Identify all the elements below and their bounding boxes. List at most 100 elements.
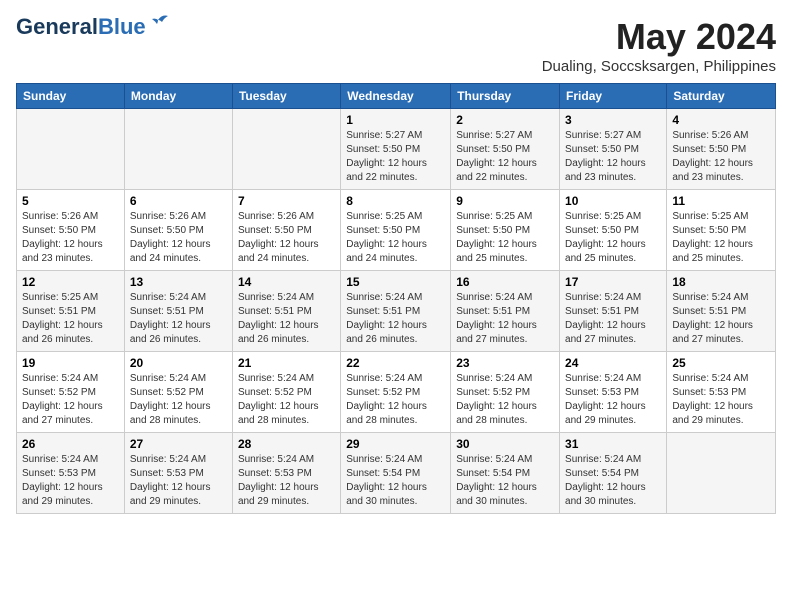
calendar-cell: 2 Sunrise: 5:27 AM Sunset: 5:50 PM Daylig… [451, 109, 560, 190]
calendar-cell: 24 Sunrise: 5:24 AM Sunset: 5:53 PM Dayli… [560, 352, 667, 433]
day-info: Sunrise: 5:24 AM Sunset: 5:54 PM Dayligh… [565, 453, 661, 509]
calendar-cell: 16 Sunrise: 5:24 AM Sunset: 5:51 PM Dayli… [451, 271, 560, 352]
day-number: 20 [130, 356, 227, 370]
day-info: Sunrise: 5:24 AM Sunset: 5:52 PM Dayligh… [22, 372, 119, 428]
day-header-wednesday: Wednesday [341, 84, 451, 109]
day-info: Sunrise: 5:24 AM Sunset: 5:54 PM Dayligh… [456, 453, 554, 509]
day-number: 3 [565, 113, 661, 127]
calendar-cell: 25Sunrise: 5:24 AM Sunset: 5:53 PM Dayli… [667, 352, 776, 433]
day-info: Sunrise: 5:24 AM Sunset: 5:52 PM Dayligh… [130, 372, 227, 428]
page-header: GeneralBlue May 2024 Dualing, Soccsksarg… [16, 16, 776, 75]
day-info: Sunrise: 5:24 AM Sunset: 5:53 PM Dayligh… [130, 453, 227, 509]
day-info: Sunrise: 5:24 AM Sunset: 5:53 PM Dayligh… [238, 453, 335, 509]
day-number: 9 [456, 194, 554, 208]
day-info: Sunrise: 5:24 AM Sunset: 5:52 PM Dayligh… [456, 372, 554, 428]
day-number: 18 [672, 275, 770, 289]
calendar-cell: 31 Sunrise: 5:24 AM Sunset: 5:54 PM Dayli… [560, 433, 667, 514]
day-info: Sunrise: 5:24 AM Sunset: 5:51 PM Dayligh… [672, 291, 770, 347]
calendar-cell: 1 Sunrise: 5:27 AM Sunset: 5:50 PM Daylig… [341, 109, 451, 190]
day-number: 31 [565, 437, 661, 451]
day-number: 27 [130, 437, 227, 451]
day-info: Sunrise: 5:24 AM Sunset: 5:51 PM Dayligh… [456, 291, 554, 347]
calendar-table: SundayMondayTuesdayWednesdayThursdayFrid… [16, 83, 776, 514]
day-number: 22 [346, 356, 445, 370]
logo: GeneralBlue [16, 16, 170, 38]
day-info: Sunrise: 5:24 AM Sunset: 5:54 PM Dayligh… [346, 453, 445, 509]
calendar-cell: 12 Sunrise: 5:25 AM Sunset: 5:51 PM Dayli… [17, 271, 125, 352]
day-info: Sunrise: 5:27 AM Sunset: 5:50 PM Dayligh… [346, 129, 445, 185]
day-number: 26 [22, 437, 119, 451]
logo-text: GeneralBlue [16, 16, 146, 38]
calendar-header-row: SundayMondayTuesdayWednesdayThursdayFrid… [17, 84, 776, 109]
calendar-cell [667, 433, 776, 514]
calendar-cell: 30Sunrise: 5:24 AM Sunset: 5:54 PM Dayli… [451, 433, 560, 514]
day-number: 11 [672, 194, 770, 208]
calendar-cell [232, 109, 340, 190]
main-title: May 2024 [542, 16, 776, 58]
day-header-monday: Monday [124, 84, 232, 109]
calendar-cell: 15 Sunrise: 5:24 AM Sunset: 5:51 PM Dayli… [341, 271, 451, 352]
calendar-week-row: 5 Sunrise: 5:26 AM Sunset: 5:50 PM Daylig… [17, 190, 776, 271]
calendar-cell: 9Sunrise: 5:25 AM Sunset: 5:50 PM Daylig… [451, 190, 560, 271]
day-number: 15 [346, 275, 445, 289]
calendar-cell: 29Sunrise: 5:24 AM Sunset: 5:54 PM Dayli… [341, 433, 451, 514]
day-info: Sunrise: 5:26 AM Sunset: 5:50 PM Dayligh… [672, 129, 770, 185]
calendar-cell: 21 Sunrise: 5:24 AM Sunset: 5:52 PM Dayli… [232, 352, 340, 433]
day-header-tuesday: Tuesday [232, 84, 340, 109]
day-number: 16 [456, 275, 554, 289]
calendar-cell: 3Sunrise: 5:27 AM Sunset: 5:50 PM Daylig… [560, 109, 667, 190]
calendar-cell: 26 Sunrise: 5:24 AM Sunset: 5:53 PM Dayli… [17, 433, 125, 514]
day-header-saturday: Saturday [667, 84, 776, 109]
day-number: 13 [130, 275, 227, 289]
day-number: 19 [22, 356, 119, 370]
subtitle: Dualing, Soccsksargen, Philippines [542, 58, 776, 75]
day-header-thursday: Thursday [451, 84, 560, 109]
day-number: 10 [565, 194, 661, 208]
calendar-cell [124, 109, 232, 190]
calendar-cell: 6 Sunrise: 5:26 AM Sunset: 5:50 PM Daylig… [124, 190, 232, 271]
calendar-cell: 17Sunrise: 5:24 AM Sunset: 5:51 PM Dayli… [560, 271, 667, 352]
day-info: Sunrise: 5:25 AM Sunset: 5:51 PM Dayligh… [22, 291, 119, 347]
calendar-week-row: 1 Sunrise: 5:27 AM Sunset: 5:50 PM Daylig… [17, 109, 776, 190]
day-info: Sunrise: 5:24 AM Sunset: 5:52 PM Dayligh… [238, 372, 335, 428]
day-info: Sunrise: 5:24 AM Sunset: 5:53 PM Dayligh… [672, 372, 770, 428]
day-number: 2 [456, 113, 554, 127]
day-number: 24 [565, 356, 661, 370]
calendar-cell: 23 Sunrise: 5:24 AM Sunset: 5:52 PM Dayli… [451, 352, 560, 433]
day-info: Sunrise: 5:24 AM Sunset: 5:51 PM Dayligh… [565, 291, 661, 347]
calendar-cell: 8Sunrise: 5:25 AM Sunset: 5:50 PM Daylig… [341, 190, 451, 271]
calendar-cell: 13Sunrise: 5:24 AM Sunset: 5:51 PM Dayli… [124, 271, 232, 352]
bird-icon [148, 14, 170, 32]
day-number: 23 [456, 356, 554, 370]
calendar-cell: 14Sunrise: 5:24 AM Sunset: 5:51 PM Dayli… [232, 271, 340, 352]
day-header-sunday: Sunday [17, 84, 125, 109]
day-info: Sunrise: 5:24 AM Sunset: 5:52 PM Dayligh… [346, 372, 445, 428]
day-number: 6 [130, 194, 227, 208]
calendar-cell: 10 Sunrise: 5:25 AM Sunset: 5:50 PM Dayli… [560, 190, 667, 271]
calendar-cell: 20 Sunrise: 5:24 AM Sunset: 5:52 PM Dayli… [124, 352, 232, 433]
day-info: Sunrise: 5:24 AM Sunset: 5:51 PM Dayligh… [238, 291, 335, 347]
day-info: Sunrise: 5:26 AM Sunset: 5:50 PM Dayligh… [130, 210, 227, 266]
calendar-cell: 28Sunrise: 5:24 AM Sunset: 5:53 PM Dayli… [232, 433, 340, 514]
day-number: 21 [238, 356, 335, 370]
day-info: Sunrise: 5:25 AM Sunset: 5:50 PM Dayligh… [565, 210, 661, 266]
day-info: Sunrise: 5:26 AM Sunset: 5:50 PM Dayligh… [22, 210, 119, 266]
calendar-cell: 22 Sunrise: 5:24 AM Sunset: 5:52 PM Dayli… [341, 352, 451, 433]
calendar-week-row: 19 Sunrise: 5:24 AM Sunset: 5:52 PM Dayli… [17, 352, 776, 433]
day-info: Sunrise: 5:25 AM Sunset: 5:50 PM Dayligh… [346, 210, 445, 266]
day-info: Sunrise: 5:26 AM Sunset: 5:50 PM Dayligh… [238, 210, 335, 266]
day-number: 1 [346, 113, 445, 127]
title-block: May 2024 Dualing, Soccsksargen, Philippi… [542, 16, 776, 75]
day-number: 4 [672, 113, 770, 127]
calendar-cell: 11Sunrise: 5:25 AM Sunset: 5:50 PM Dayli… [667, 190, 776, 271]
day-number: 5 [22, 194, 119, 208]
day-number: 12 [22, 275, 119, 289]
day-info: Sunrise: 5:24 AM Sunset: 5:51 PM Dayligh… [346, 291, 445, 347]
day-info: Sunrise: 5:24 AM Sunset: 5:53 PM Dayligh… [565, 372, 661, 428]
day-info: Sunrise: 5:24 AM Sunset: 5:53 PM Dayligh… [22, 453, 119, 509]
calendar-cell: 18 Sunrise: 5:24 AM Sunset: 5:51 PM Dayli… [667, 271, 776, 352]
calendar-cell [17, 109, 125, 190]
day-info: Sunrise: 5:27 AM Sunset: 5:50 PM Dayligh… [456, 129, 554, 185]
day-header-friday: Friday [560, 84, 667, 109]
calendar-cell: 7Sunrise: 5:26 AM Sunset: 5:50 PM Daylig… [232, 190, 340, 271]
